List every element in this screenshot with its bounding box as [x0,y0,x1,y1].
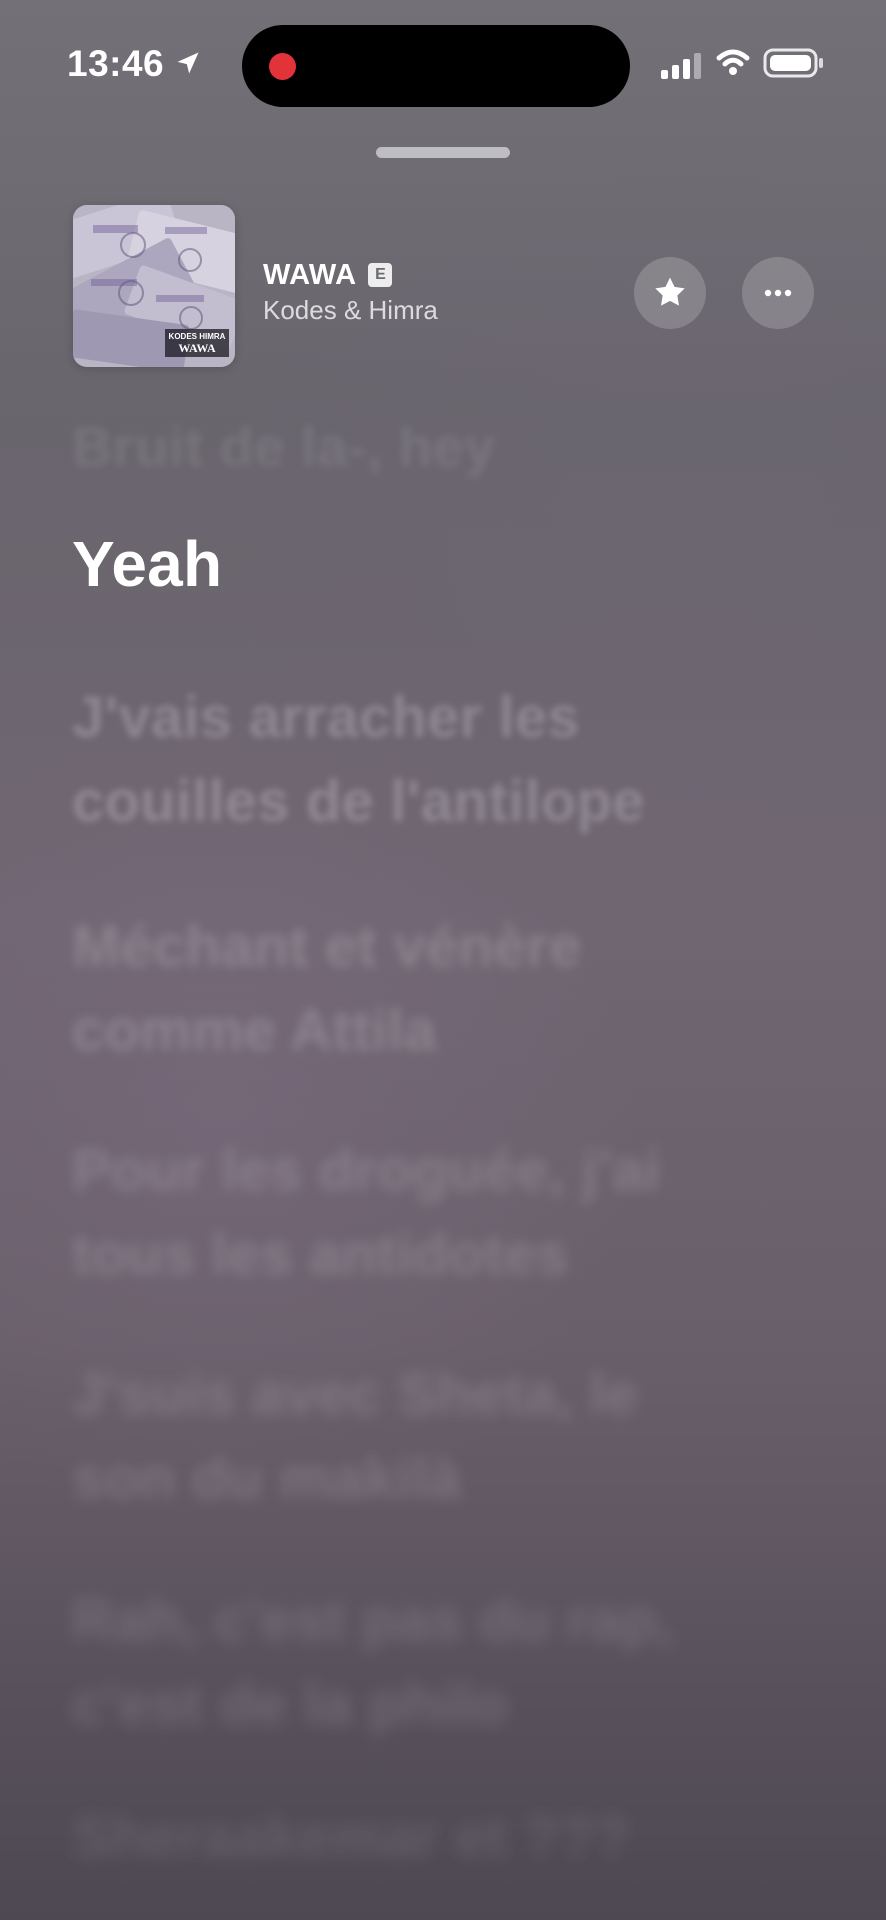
track-title-row: WAWA E [263,258,583,292]
lyric-line[interactable]: Méchant et vénère comme Attila [72,905,752,1073]
recording-indicator [269,53,296,80]
favorite-button[interactable] [634,257,706,329]
wifi-icon [716,49,750,75]
dynamic-island [242,25,630,107]
track-title: WAWA [263,259,357,291]
lyric-line-previous[interactable]: Bruit de la-, hey [72,405,752,489]
track-info[interactable]: WAWA E Kodes & Himra [263,258,583,326]
location-arrow-icon [177,52,199,74]
album-artwork-caption-bottom: WAWA [178,341,216,355]
status-bar: 13:46 [0,0,886,130]
lyric-line[interactable]: Rah, c'est pas du rap, c'est de la philo [72,1579,752,1747]
more-options-button[interactable] [742,257,814,329]
track-artist[interactable]: Kodes & Himra [263,294,583,326]
album-artwork[interactable]: KODES HIMRA WAWA [73,205,235,367]
battery-icon [763,48,823,78]
status-time: 13:46 [67,43,165,84]
album-artwork-graphic: KODES HIMRA WAWA [73,205,235,367]
lyric-line[interactable]: J'vais arracher les couilles de l'antilo… [72,676,752,844]
lyric-line[interactable]: J'suis avec Sheta, le son du makilà [72,1353,752,1521]
explicit-badge: E [368,263,393,287]
lyric-line[interactable]: Pour les droguée, j'ai tous les antidote… [72,1129,752,1297]
lyric-line-current[interactable]: Yeah [72,523,752,605]
cellular-signal-icon [661,53,701,79]
sheet-grabber[interactable] [376,147,510,158]
ellipsis-icon [764,289,792,297]
star-icon [655,277,685,306]
album-artwork-caption-top: KODES HIMRA [169,332,226,341]
lyric-line[interactable]: Sheraakemar et ??? [72,1796,752,1880]
